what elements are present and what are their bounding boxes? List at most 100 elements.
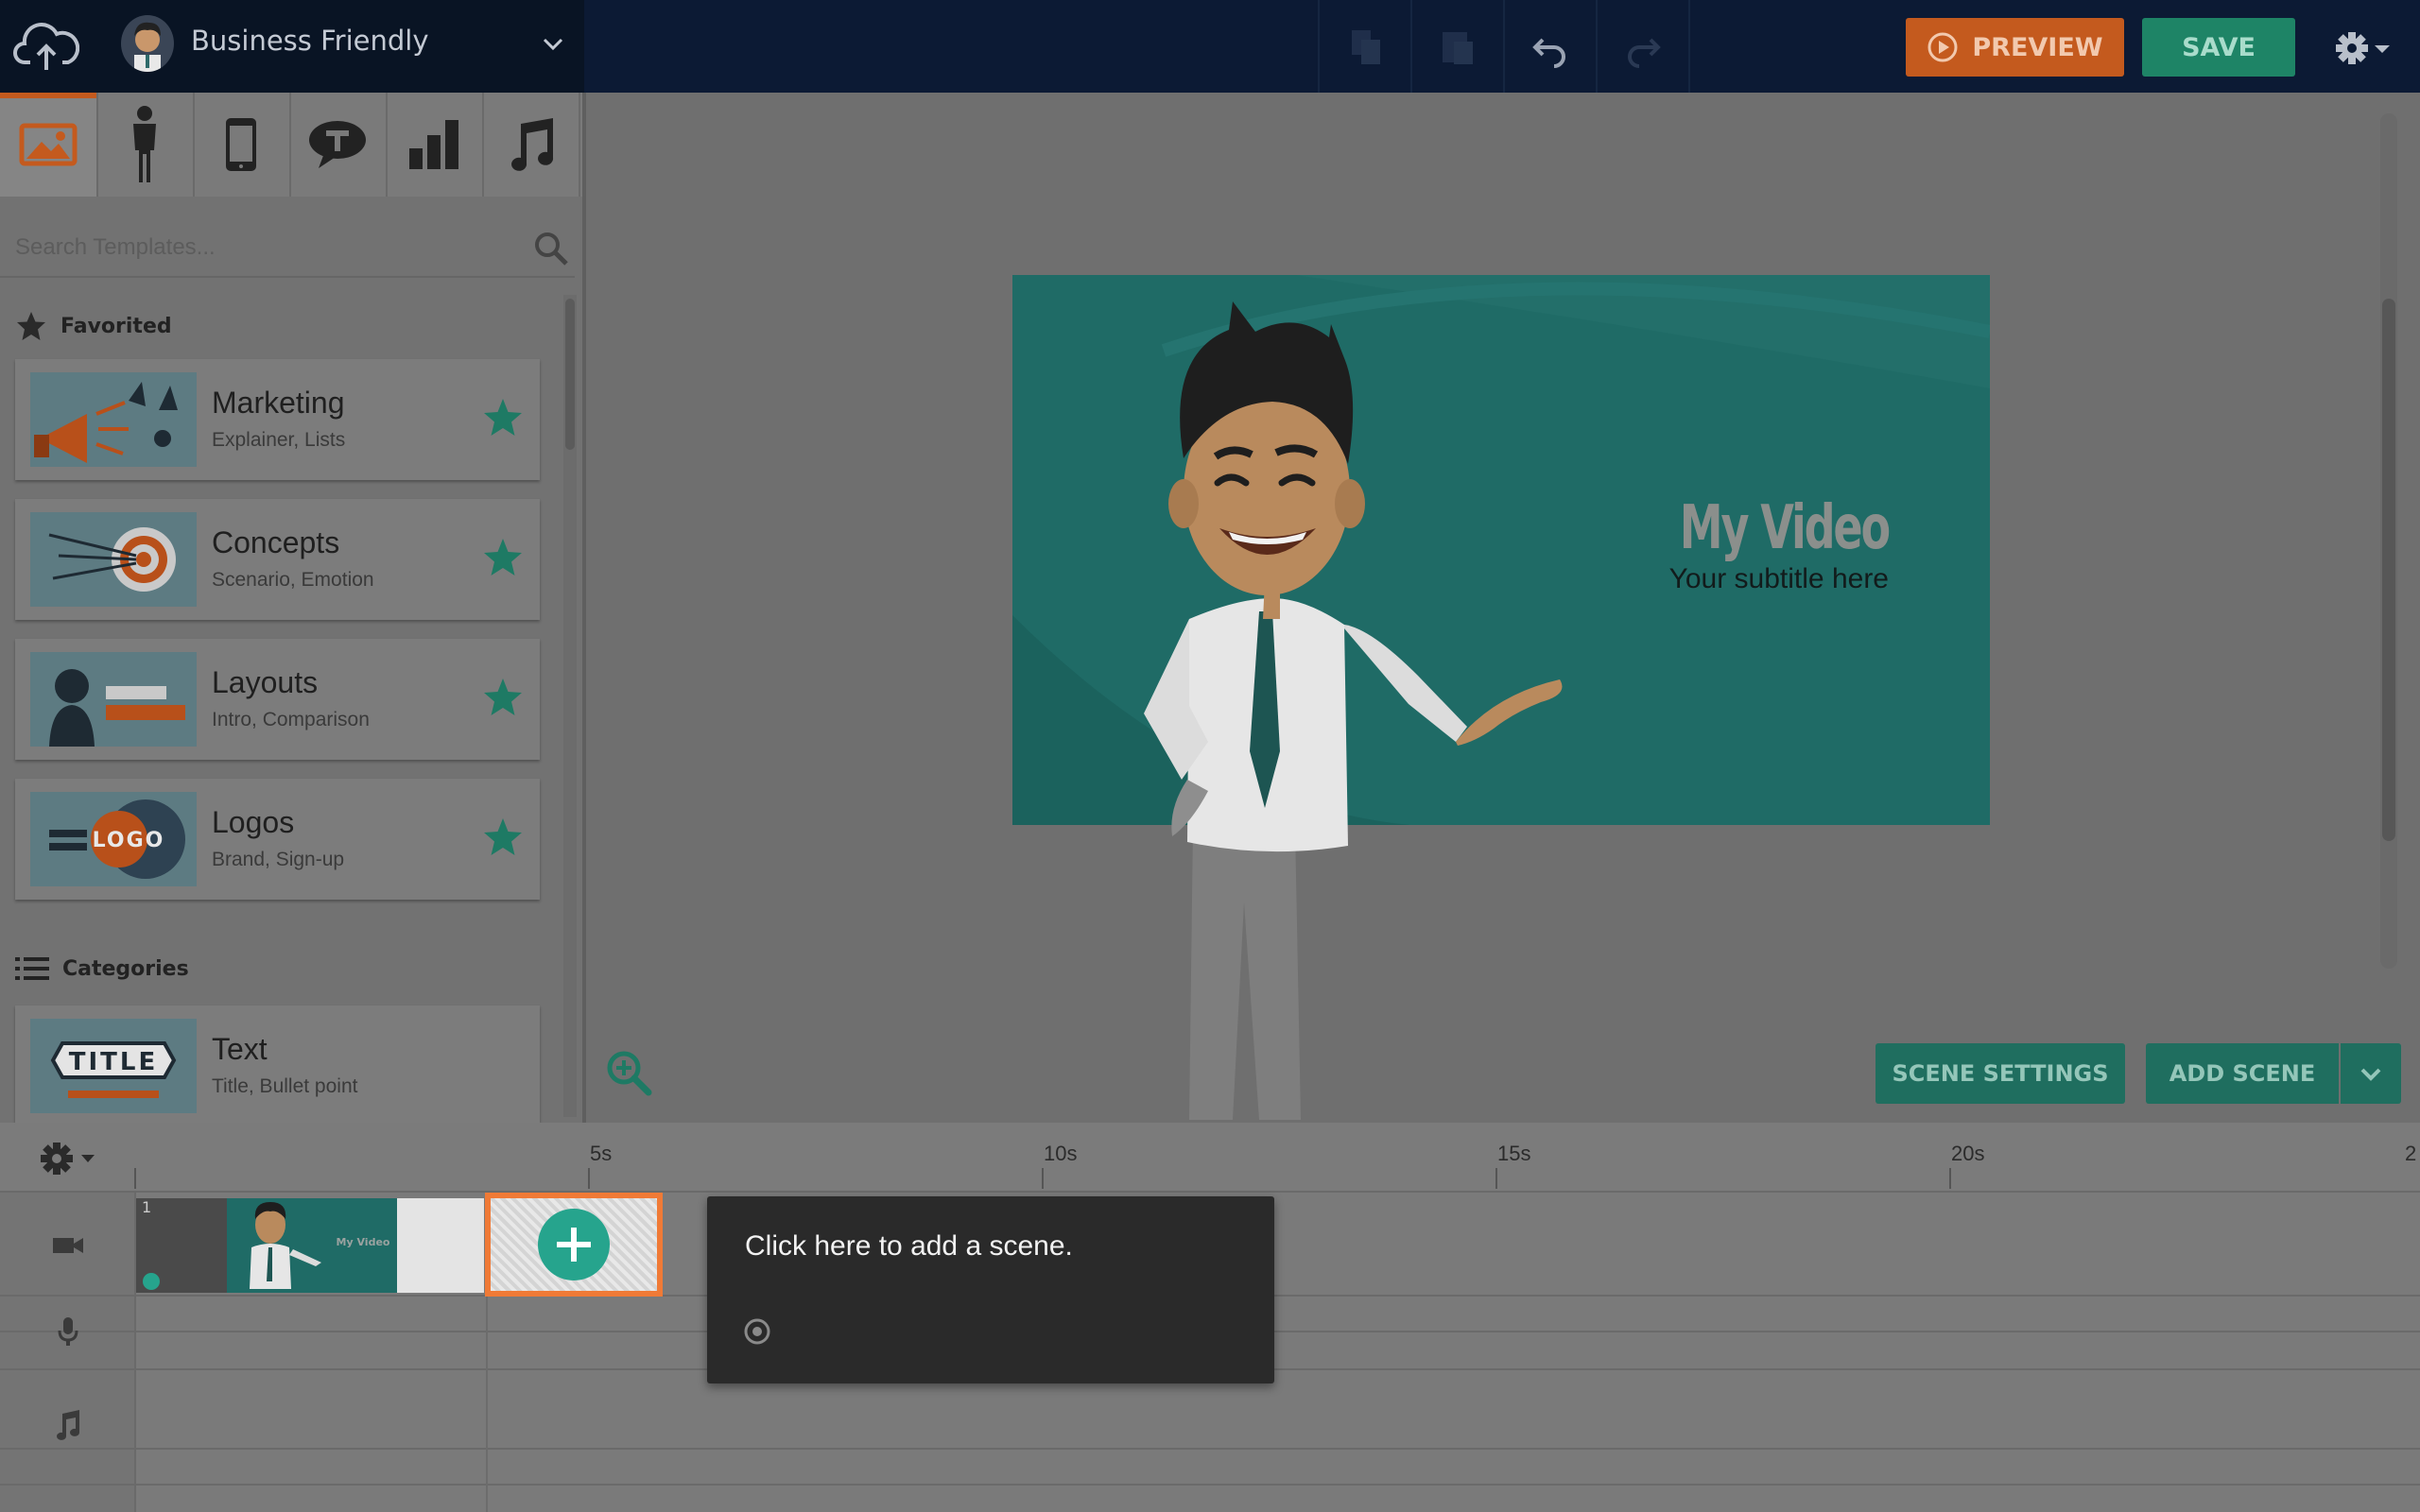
zoom-in-icon[interactable]	[605, 1049, 652, 1096]
star-icon	[17, 312, 45, 340]
timeline-tick	[1495, 1168, 1497, 1189]
tick-label: 20s	[1951, 1142, 1985, 1165]
panel-scrollbar-thumb[interactable]	[565, 299, 575, 450]
card-title: Layouts	[212, 665, 319, 699]
favorite-star-icon[interactable]	[482, 816, 524, 858]
favorited-label: Favorited	[60, 314, 172, 338]
scene-1-clip[interactable]: My Video	[136, 1198, 484, 1293]
card-subtitle: Title, Bullet point	[212, 1075, 358, 1097]
chevron-down-icon[interactable]	[539, 30, 567, 59]
template-card-logos[interactable]: LOGO Logos Brand, Sign-up	[15, 779, 540, 900]
logo-thumb-text: LOGO	[93, 829, 165, 852]
scene-settings-button[interactable]: SCENE SETTINGS	[1876, 1043, 2125, 1104]
toolbar-separator	[1410, 0, 1412, 93]
theme-name: Business Friendly	[191, 25, 429, 57]
microphone-icon	[58, 1317, 78, 1346]
stage-scrollbar-thumb[interactable]	[2382, 299, 2395, 841]
favorite-star-icon[interactable]	[482, 677, 524, 718]
chevron-down-icon	[2360, 1068, 2381, 1081]
toolbar-separator	[1503, 0, 1505, 93]
card-subtitle: Explainer, Lists	[212, 429, 346, 451]
scene-thumb-title: My Video	[337, 1236, 390, 1248]
categories-label: Categories	[62, 956, 189, 981]
tab-props[interactable]	[193, 93, 291, 197]
text-bubble-icon	[309, 121, 366, 168]
plus-icon[interactable]	[538, 1209, 610, 1280]
tick-label: 10s	[1044, 1142, 1078, 1165]
template-card-marketing[interactable]: Marketing Explainer, Lists	[15, 359, 540, 480]
card-title: Text	[212, 1032, 268, 1066]
timeline-tick	[588, 1168, 590, 1189]
layouts-thumbnail	[30, 652, 197, 747]
timeline-tick	[1949, 1168, 1951, 1189]
play-circle-icon	[1927, 32, 1958, 62]
add-scene-button[interactable]: ADD SCENE	[2146, 1043, 2339, 1104]
timeline-ruler[interactable]	[0, 1123, 2420, 1194]
favorited-header: Favorited	[15, 310, 172, 342]
concepts-thumbnail	[30, 512, 197, 607]
video-title[interactable]: My Video	[1591, 493, 1891, 563]
search-icon[interactable]	[533, 231, 569, 266]
character-icon	[133, 106, 156, 182]
tick-label: 2	[2405, 1142, 2417, 1165]
tooltip-step-indicator-icon[interactable]	[743, 1317, 771, 1346]
copy-icon[interactable]	[1346, 26, 1388, 68]
timeline-divider	[486, 1297, 488, 1512]
template-card-concepts[interactable]: Concepts Scenario, Emotion	[15, 499, 540, 620]
tab-backgrounds[interactable]	[0, 93, 98, 197]
music-note-icon	[511, 118, 554, 171]
active-tab-indicator	[0, 93, 96, 98]
toolbar-separator	[1318, 0, 1320, 93]
text-thumb-text: TITLE	[69, 1048, 158, 1076]
template-card-layouts[interactable]: Layouts Intro, Comparison	[15, 639, 540, 760]
tooltip-text: Click here to add a scene.	[745, 1230, 1073, 1262]
timeline-settings-icon[interactable]	[36, 1140, 100, 1177]
video-camera-icon	[53, 1238, 83, 1253]
list-icon	[15, 957, 49, 980]
business-character[interactable]	[1078, 298, 1569, 1125]
card-subtitle: Scenario, Emotion	[212, 569, 374, 591]
template-card-text[interactable]: TITLE Text Title, Bullet point	[15, 1005, 540, 1123]
card-title: Marketing	[212, 386, 345, 420]
tick-label: 5s	[590, 1142, 613, 1165]
preview-label: PREVIEW	[1972, 32, 2103, 62]
device-icon	[226, 118, 256, 171]
categories-header: Categories	[15, 956, 189, 981]
add-scene-dropdown[interactable]	[2341, 1043, 2401, 1104]
card-title: Logos	[212, 805, 295, 839]
search-input[interactable]	[13, 221, 527, 274]
undo-icon[interactable]	[1530, 26, 1571, 68]
scene-number: 1	[142, 1198, 152, 1216]
theme-avatar	[121, 15, 174, 72]
toolbar-separator	[1596, 0, 1598, 93]
tick-label: 15s	[1497, 1142, 1531, 1165]
tab-characters[interactable]	[96, 93, 195, 197]
music-note-icon	[57, 1410, 79, 1440]
add-scene-slot[interactable]	[485, 1193, 663, 1297]
timeline-tick	[134, 1168, 136, 1189]
save-button[interactable]: SAVE	[2142, 18, 2295, 77]
toolbar-separator	[1688, 0, 1690, 93]
chart-icon	[409, 120, 458, 169]
add-scene-tooltip	[707, 1196, 1274, 1383]
favorite-star-icon[interactable]	[482, 397, 524, 438]
marketing-thumbnail	[30, 372, 197, 467]
logos-thumbnail: LOGO	[30, 792, 197, 886]
settings-gear-icon[interactable]	[2327, 25, 2403, 72]
track-divider	[0, 1448, 2420, 1450]
paste-icon[interactable]	[1437, 26, 1478, 68]
card-subtitle: Intro, Comparison	[212, 709, 370, 730]
card-title: Concepts	[212, 525, 340, 559]
image-icon	[19, 123, 78, 166]
card-subtitle: Brand, Sign-up	[212, 849, 345, 870]
preview-button[interactable]: PREVIEW	[1906, 18, 2124, 77]
tab-charts[interactable]	[386, 93, 484, 197]
tab-audio[interactable]	[482, 93, 580, 197]
cloud-upload-icon[interactable]	[13, 17, 79, 76]
text-thumbnail: TITLE	[30, 1019, 197, 1113]
redo-icon[interactable]	[1622, 26, 1664, 68]
timeline-tick	[1042, 1168, 1044, 1189]
favorite-star-icon[interactable]	[482, 537, 524, 578]
tab-text[interactable]	[289, 93, 388, 197]
video-subtitle[interactable]: Your subtitle here	[1550, 563, 1889, 595]
